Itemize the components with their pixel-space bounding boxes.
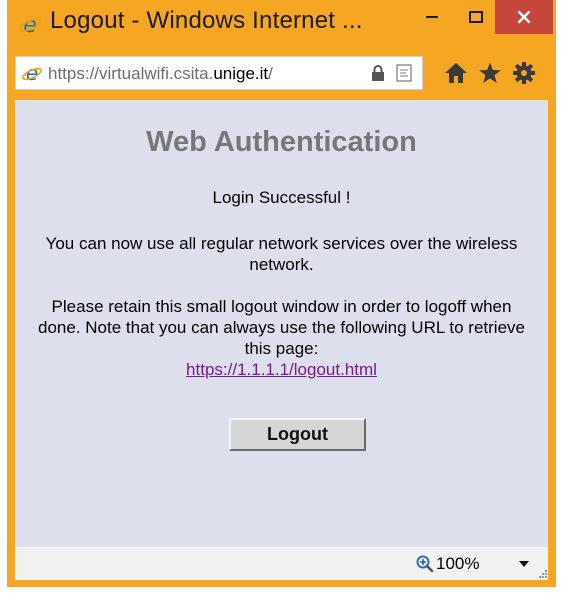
chevron-down-icon[interactable] <box>519 561 529 567</box>
logout-url-link[interactable]: https://1.1.1.1/logout.html <box>186 360 377 379</box>
ie-icon: e <box>22 62 42 84</box>
settings-button[interactable] <box>509 58 539 88</box>
page-content: Web Authentication Login Successful ! Yo… <box>15 100 548 547</box>
login-status-text: Login Successful ! <box>212 188 351 207</box>
lock-icon[interactable] <box>371 64 385 82</box>
minimize-icon <box>426 16 438 18</box>
svg-text:e: e <box>23 13 37 36</box>
ie-icon: e <box>19 13 41 36</box>
address-bar[interactable]: e https://virtualwifi.csita.unige.it/ <box>15 56 423 90</box>
maximize-icon <box>469 11 483 23</box>
url-scheme: https://virtualwifi.csita. <box>48 64 214 83</box>
close-button[interactable] <box>495 0 553 34</box>
page-heading: Web Authentication <box>146 126 417 158</box>
compat-view-icon[interactable] <box>396 64 412 82</box>
maximize-button[interactable] <box>454 0 498 34</box>
window-title: Logout - Windows Internet ... <box>50 7 363 34</box>
status-bar: 100% <box>15 547 548 580</box>
logout-button[interactable]: Logout <box>229 418 366 451</box>
title-bar[interactable]: e Logout - Windows Internet ... <box>7 0 556 48</box>
close-icon <box>517 10 531 24</box>
retain-instructions: Please retain this small logout window i… <box>38 297 525 358</box>
minimize-button[interactable] <box>410 0 454 34</box>
resize-grip-icon[interactable] <box>538 569 548 579</box>
url-host: unige.it <box>213 64 269 83</box>
url-rest: / <box>268 64 273 83</box>
url-text[interactable]: https://virtualwifi.csita.unige.it/ <box>48 64 273 84</box>
zoom-level[interactable]: 100% <box>436 554 479 574</box>
zoom-icon[interactable] <box>416 555 434 573</box>
home-icon <box>445 63 467 83</box>
browser-window: e Logout - Windows Internet ... e https:… <box>7 0 556 587</box>
retain-window-text: Please retain this small logout window i… <box>29 296 534 380</box>
settings-gear-icon <box>513 62 535 84</box>
favorites-star-icon <box>479 62 501 83</box>
home-button[interactable] <box>441 58 471 88</box>
favorites-button[interactable] <box>475 58 505 88</box>
network-info-text: You can now use all regular network serv… <box>45 234 518 274</box>
